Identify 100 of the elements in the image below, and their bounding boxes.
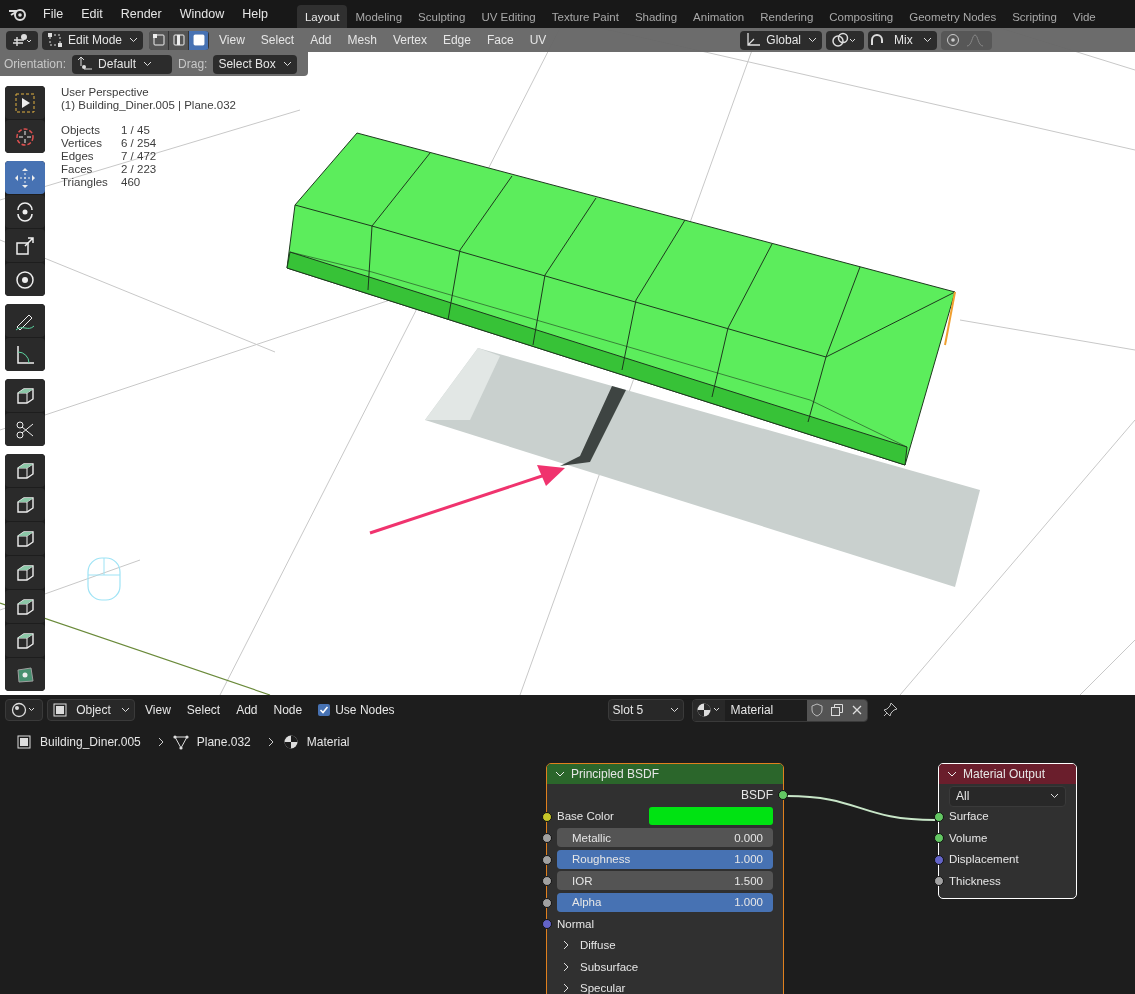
mode-dropdown[interactable]: Edit Mode	[42, 30, 144, 50]
orientation-dropdown[interactable]: Global	[740, 30, 822, 50]
stat-label: Triangles	[61, 176, 109, 188]
menu-item[interactable]: Face	[480, 33, 520, 47]
panel-toggle[interactable]: Subsurface	[557, 960, 639, 973]
mode-dropdown[interactable]: Object	[47, 699, 135, 721]
stat-value: 1 / 45	[121, 124, 151, 136]
menu-item[interactable]: View	[139, 703, 177, 717]
edge-select-button[interactable]	[169, 30, 190, 50]
input-socket[interactable]	[542, 897, 552, 908]
workspace-tab[interactable]: Texture Paint	[543, 5, 627, 28]
face-select-button[interactable]	[189, 30, 210, 50]
value-slider[interactable]: Roughness 1.000	[557, 849, 773, 869]
workspace-tab[interactable]: Layout	[296, 5, 348, 28]
caret-icon	[129, 37, 139, 43]
tool-button[interactable]	[5, 338, 45, 371]
input-socket[interactable]	[934, 833, 944, 843]
panel-toggle[interactable]: Specular	[557, 982, 626, 994]
value-slider[interactable]: Alpha 1.000	[557, 892, 773, 912]
workspace-tab[interactable]: Sculpting	[410, 5, 474, 28]
tool-button[interactable]	[5, 624, 45, 657]
snap-dropdown[interactable]: Mix	[868, 30, 937, 50]
editor-type-button[interactable]	[6, 30, 38, 50]
node-header[interactable]: Material Output	[939, 764, 1076, 784]
menu-item[interactable]: Window	[170, 7, 234, 21]
menu-item[interactable]: Edit	[72, 7, 112, 21]
input-socket[interactable]	[934, 854, 944, 865]
workspace-tab[interactable]: Animation	[685, 5, 753, 28]
workspace-tab[interactable]: Vide	[1064, 5, 1104, 28]
tool-button[interactable]	[5, 590, 45, 623]
slot-dropdown[interactable]: Slot 5	[607, 699, 684, 721]
input-socket[interactable]	[542, 854, 552, 865]
tool-button[interactable]	[5, 413, 45, 446]
tool-button[interactable]	[5, 86, 45, 119]
workspace-tab[interactable]: Modeling	[347, 5, 411, 28]
menu-item[interactable]: Render	[111, 7, 171, 21]
scale-icon	[14, 234, 36, 257]
workspace-tab[interactable]: Compositing	[821, 5, 902, 28]
menu-item[interactable]: UV	[523, 33, 553, 47]
input-socket[interactable]	[542, 833, 552, 843]
target-dropdown[interactable]: All	[949, 785, 1066, 807]
input-socket[interactable]	[542, 811, 552, 822]
menu-item[interactable]: Help	[233, 7, 277, 21]
use-nodes-checkbox[interactable]: Use Nodes	[318, 703, 395, 717]
app-logo-icon[interactable]	[8, 6, 28, 22]
ruler-icon	[14, 343, 36, 366]
pin-icon[interactable]	[881, 702, 898, 718]
chevron-down-icon	[555, 770, 565, 778]
caret-icon	[1050, 793, 1059, 800]
menu-item[interactable]: Select	[180, 703, 227, 717]
tool-button[interactable]	[5, 488, 45, 521]
tool-button[interactable]	[5, 195, 45, 228]
editor-type-button[interactable]	[5, 699, 43, 721]
vertex-select-button[interactable]	[149, 30, 170, 50]
menu-item[interactable]: Add	[230, 703, 264, 717]
panel-toggle[interactable]: Diffuse	[557, 939, 616, 952]
menu-item[interactable]: View	[213, 33, 251, 47]
workspace-tab[interactable]: Geometry Nodes	[901, 5, 1005, 28]
magnet-icon	[868, 32, 886, 48]
workspace-tab[interactable]: Rendering	[752, 5, 822, 28]
node-title: Principled BSDF	[571, 767, 660, 781]
workspace-tab[interactable]: UV Editing	[473, 5, 544, 28]
select-box-icon	[14, 91, 36, 114]
tool-button[interactable]	[5, 379, 45, 412]
menu-item[interactable]: Mesh	[341, 33, 383, 47]
checkbox-label: Use Nodes	[335, 703, 395, 717]
color-swatch[interactable]	[649, 807, 773, 826]
menu-item[interactable]: Select	[254, 33, 301, 47]
menu-item[interactable]: Add	[304, 33, 338, 47]
workspace-tab[interactable]: Scripting	[1004, 5, 1065, 28]
tool-button[interactable]	[5, 658, 45, 691]
input-socket[interactable]	[542, 876, 552, 886]
number-field[interactable]: IOR 1.500	[557, 871, 773, 891]
tool-button[interactable]	[5, 556, 45, 589]
proportional-editing-button[interactable]	[940, 30, 992, 50]
menu-item[interactable]: Node	[267, 703, 309, 717]
input-socket[interactable]	[934, 876, 944, 886]
tool-button[interactable]	[5, 454, 45, 487]
menu-item[interactable]: Edge	[436, 33, 477, 47]
node-header[interactable]: Principled BSDF	[547, 764, 783, 784]
number-field[interactable]: Metallic 0.000	[557, 828, 773, 848]
checkbox[interactable]	[318, 704, 331, 716]
menu-item[interactable]: Vertex	[386, 33, 433, 47]
input-socket[interactable]	[934, 811, 944, 822]
tool-button[interactable]	[5, 263, 45, 296]
workspace-tab[interactable]: Shading	[626, 5, 686, 28]
object-path: (1) Building_Diner.005 | Plane.032	[61, 99, 236, 111]
object-icon	[52, 702, 68, 718]
output-socket[interactable]	[778, 790, 788, 800]
input-socket[interactable]	[542, 919, 552, 929]
drag-dropdown[interactable]: Select Box	[213, 54, 297, 74]
orientation-dropdown[interactable]: Default	[72, 54, 173, 74]
checkmark-icon	[319, 705, 330, 715]
caret-icon	[121, 707, 130, 713]
menu-item[interactable]: File	[34, 7, 73, 21]
tool-button[interactable]	[5, 522, 45, 555]
tool-button[interactable]	[5, 304, 45, 337]
tool-button[interactable]	[5, 229, 45, 262]
stat-label: Objects	[61, 124, 101, 136]
pivot-dropdown[interactable]	[826, 30, 864, 50]
